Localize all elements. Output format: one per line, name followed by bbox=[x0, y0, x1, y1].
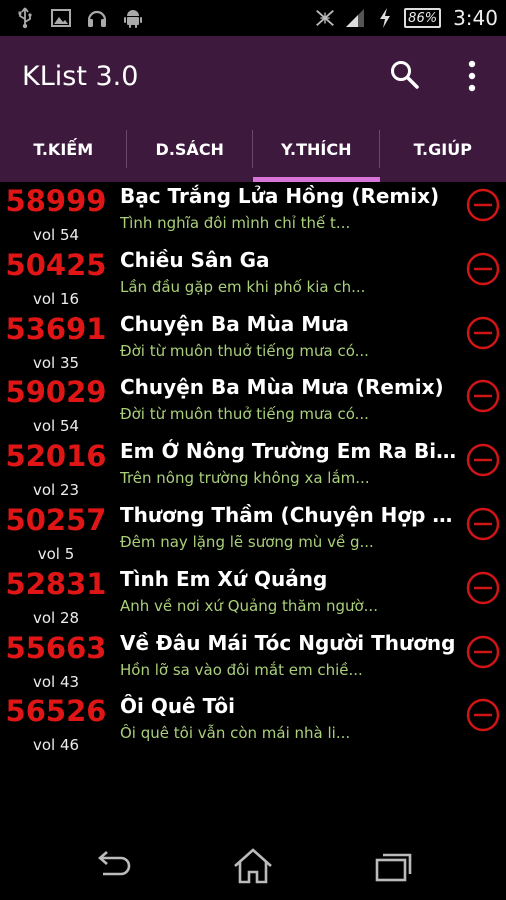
clock: 3:40 bbox=[453, 6, 498, 30]
list-item[interactable]: 59029 vol 54 Chuyện Ba Mùa Mưa (Remix) Đ… bbox=[0, 373, 506, 437]
tab-list[interactable]: D.SÁCH bbox=[127, 116, 253, 182]
favorites-list: 58999 vol 54 Bạc Trắng Lửa Hồng (Remix) … bbox=[0, 182, 506, 756]
song-lyric: Đêm nay lặng lẽ sương mù về g... bbox=[120, 532, 374, 551]
tab-label: T.GIÚP bbox=[413, 139, 472, 159]
tab-favorites[interactable]: Y.THÍCH bbox=[253, 116, 380, 182]
song-volume: vol 43 bbox=[32, 672, 80, 691]
song-code: 50425 bbox=[5, 247, 107, 282]
song-lyric: Lần đầu gặp em khi phố kia ch... bbox=[120, 277, 366, 296]
recent-apps-icon[interactable] bbox=[372, 846, 416, 886]
list-item[interactable]: 56526 vol 46 Ôi Quê Tôi Ôi quê tôi vẫn c… bbox=[0, 692, 506, 756]
song-title: Chuyện Ba Mùa Mưa bbox=[120, 311, 349, 336]
android-icon bbox=[122, 7, 144, 29]
tab-label: T.KIẾM bbox=[33, 139, 94, 159]
search-icon[interactable] bbox=[388, 58, 422, 92]
song-title: Chuyện Ba Mùa Mưa (Remix) bbox=[120, 375, 444, 400]
remove-icon[interactable] bbox=[466, 188, 500, 222]
remove-icon[interactable] bbox=[466, 698, 500, 732]
song-title: Về Đâu Mái Tóc Người Thương bbox=[120, 630, 456, 655]
song-code: 52831 bbox=[5, 566, 107, 601]
tab-bar: T.KIẾM D.SÁCH Y.THÍCH T.GIÚP bbox=[0, 116, 506, 182]
song-lyric: Đời từ muôn thuở tiếng mưa có... bbox=[120, 341, 369, 360]
action-bar: KList 3.0 bbox=[0, 36, 506, 116]
song-volume: vol 16 bbox=[32, 289, 80, 308]
song-volume: vol 5 bbox=[37, 544, 75, 563]
home-icon[interactable] bbox=[231, 846, 275, 886]
headset-icon bbox=[86, 7, 108, 29]
song-title: Tình Em Xứ Quảng bbox=[120, 566, 328, 591]
song-lyric: Đời từ muôn thuở tiếng mưa có... bbox=[120, 405, 369, 424]
song-lyric: Tình nghĩa đôi mình chỉ thế t... bbox=[120, 214, 351, 232]
remove-icon[interactable] bbox=[466, 316, 500, 350]
navigation-bar bbox=[0, 832, 506, 900]
app-title: KList 3.0 bbox=[22, 60, 139, 92]
song-title: Em Ở Nông Trường Em Ra Biên ... bbox=[120, 439, 460, 464]
song-volume: vol 54 bbox=[32, 226, 80, 244]
tab-help[interactable]: T.GIÚP bbox=[380, 116, 506, 182]
usb-icon bbox=[14, 7, 36, 29]
list-item[interactable]: 52831 vol 28 Tình Em Xứ Quảng Anh về nơi… bbox=[0, 565, 506, 629]
list-item[interactable]: 52016 vol 23 Em Ở Nông Trường Em Ra Biên… bbox=[0, 437, 506, 501]
song-code: 58999 bbox=[5, 184, 107, 218]
overflow-menu-icon[interactable] bbox=[458, 56, 486, 96]
tab-search[interactable]: T.KIẾM bbox=[0, 116, 127, 182]
song-title: Ôi Quê Tôi bbox=[120, 694, 235, 719]
song-volume: vol 23 bbox=[32, 481, 80, 500]
song-lyric: Hồn lỡ sa vào đôi mắt em chiề... bbox=[120, 660, 363, 679]
song-volume: vol 28 bbox=[32, 608, 80, 627]
song-code: 56526 bbox=[5, 694, 107, 729]
no-signal-icon bbox=[314, 7, 336, 29]
song-code: 52016 bbox=[5, 439, 107, 474]
list-item[interactable]: 55663 vol 43 Về Đâu Mái Tóc Người Thương… bbox=[0, 629, 506, 693]
cell-signal-icon bbox=[344, 7, 366, 29]
tab-label: Y.THÍCH bbox=[281, 139, 352, 159]
song-lyric: Anh về nơi xứ Quảng thăm ngườ... bbox=[120, 596, 378, 615]
song-volume: vol 35 bbox=[32, 353, 80, 372]
list-item[interactable]: 53691 vol 35 Chuyện Ba Mùa Mưa Đời từ mu… bbox=[0, 310, 506, 374]
song-code: 53691 bbox=[5, 311, 107, 346]
song-code: 55663 bbox=[5, 630, 107, 665]
status-bar: 86% 3:40 bbox=[0, 0, 506, 36]
remove-icon[interactable] bbox=[466, 635, 500, 669]
song-title: Thương Thầm (Chuyện Hợp Tan) bbox=[120, 502, 460, 527]
back-icon[interactable] bbox=[91, 846, 135, 886]
song-lyric: Ôi quê tôi vẫn còn mái nhà li... bbox=[120, 724, 351, 743]
charging-icon bbox=[374, 7, 396, 29]
battery-percent: 86% bbox=[404, 8, 442, 28]
song-title: Bạc Trắng Lửa Hồng (Remix) bbox=[120, 184, 440, 208]
remove-icon[interactable] bbox=[466, 571, 500, 605]
list-item[interactable]: 50425 vol 16 Chiều Sân Ga Lần đầu gặp em… bbox=[0, 246, 506, 310]
remove-icon[interactable] bbox=[466, 252, 500, 286]
song-lyric: Trên nông trường không xa lắm... bbox=[120, 469, 370, 488]
tab-label: D.SÁCH bbox=[155, 139, 224, 159]
song-code: 59029 bbox=[5, 375, 107, 410]
song-title: Chiều Sân Ga bbox=[120, 247, 270, 272]
remove-icon[interactable] bbox=[466, 379, 500, 413]
song-volume: vol 54 bbox=[32, 417, 80, 436]
remove-icon[interactable] bbox=[466, 507, 500, 541]
list-item[interactable]: 58999 vol 54 Bạc Trắng Lửa Hồng (Remix) … bbox=[0, 182, 506, 246]
list-item[interactable]: 50257 vol 5 Thương Thầm (Chuyện Hợp Tan)… bbox=[0, 501, 506, 565]
song-volume: vol 46 bbox=[32, 736, 80, 755]
battery-indicator: 86% bbox=[404, 8, 442, 28]
image-icon bbox=[50, 7, 72, 29]
song-code: 50257 bbox=[5, 502, 107, 537]
remove-icon[interactable] bbox=[466, 443, 500, 477]
